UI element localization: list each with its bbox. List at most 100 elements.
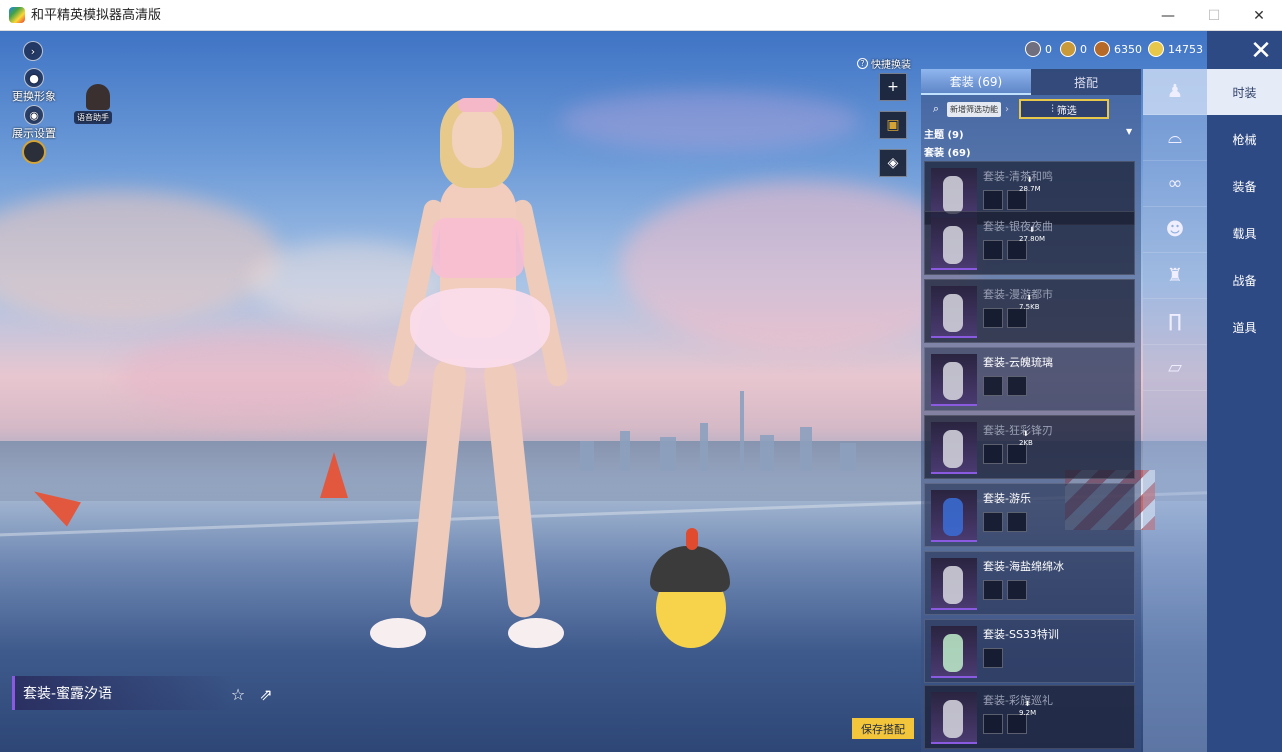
chevron-right-icon: › bbox=[1005, 103, 1009, 115]
display-settings-button[interactable]: ◉ 展示设置 bbox=[10, 105, 58, 141]
character-model[interactable] bbox=[370, 98, 580, 658]
rank-badge-button[interactable] bbox=[16, 140, 52, 164]
change-avatar-button[interactable]: ● 更换形象 bbox=[10, 68, 58, 104]
category-top[interactable]: ♜ bbox=[1143, 253, 1207, 299]
mask-icon: ☻ bbox=[1165, 219, 1185, 240]
character-leg bbox=[408, 357, 468, 619]
nav-vehicles[interactable]: 载具 bbox=[1207, 210, 1282, 256]
share-icon[interactable]: ⇗ bbox=[256, 684, 276, 704]
download-icon[interactable]: ⬇ 9.2M bbox=[1019, 700, 1036, 718]
suit-name: 套装-清茶和鸣 bbox=[983, 170, 1053, 183]
category-hat[interactable]: ⌓ bbox=[1143, 115, 1207, 161]
suit-thumbnail bbox=[931, 218, 977, 270]
search-icon[interactable]: ⌕ bbox=[929, 102, 943, 116]
diamond-icon: ◈ bbox=[887, 155, 899, 171]
download-icon[interactable]: ⬇ 27.80M bbox=[1019, 226, 1045, 244]
currency-silver: 0 bbox=[1025, 41, 1052, 57]
chick-pet[interactable] bbox=[650, 528, 730, 658]
suit-thumbnail bbox=[931, 422, 977, 474]
suit-part-icon bbox=[983, 376, 1003, 396]
close-window-button[interactable]: ✕ bbox=[1236, 0, 1282, 31]
suit-item[interactable]: 套装-云魄琉璃 bbox=[924, 347, 1135, 411]
download-size: 28.7M bbox=[1019, 185, 1041, 193]
currency-value: 14753 bbox=[1168, 42, 1203, 56]
tab-suits[interactable]: 套装 (69) bbox=[921, 69, 1031, 95]
suit-item[interactable]: 套装-海盐绵绵冰 bbox=[924, 551, 1135, 615]
category-mask[interactable]: ☻ bbox=[1143, 207, 1207, 253]
person-icon: ● bbox=[24, 68, 44, 88]
display-settings-label: 展示设置 bbox=[12, 127, 56, 140]
currency-medal: 0 bbox=[1060, 41, 1087, 57]
dropdown-triangle-icon[interactable]: ▼ bbox=[1126, 127, 1132, 136]
filter-row: ⌕ 新增筛选功能 › ⫶ 筛选 bbox=[925, 98, 1137, 120]
currency-value: 6350 bbox=[1114, 42, 1142, 56]
download-size: 2KB bbox=[1019, 439, 1033, 447]
nav-props[interactable]: 道具 bbox=[1207, 304, 1282, 350]
suit-part-icon bbox=[983, 512, 1003, 532]
currency-bronze: 6350 bbox=[1094, 41, 1142, 57]
suit-part-icon bbox=[1007, 580, 1027, 600]
close-panel-button[interactable]: ✕ bbox=[1243, 36, 1279, 66]
suit-name: 套装-海盐绵绵冰 bbox=[983, 560, 1064, 573]
outfit-panel: 套装 (69) 搭配 ⌕ 新增筛选功能 › ⫶ 筛选 主题 (9) ▼ 套装 (… bbox=[921, 69, 1141, 752]
suit-item[interactable]: 套装-狂彩锋刃 ⬇ 2KB bbox=[924, 415, 1135, 479]
suit-part-icon bbox=[983, 714, 1003, 734]
add-preset-button[interactable]: + bbox=[879, 73, 907, 101]
filter-icon: ⫶ bbox=[1051, 103, 1054, 115]
category-pants[interactable]: ∏ bbox=[1143, 299, 1207, 345]
quick-change-text: 快捷换装 bbox=[871, 60, 911, 71]
category-glasses[interactable]: ∞ bbox=[1143, 161, 1207, 207]
current-outfit-name: 套装-蜜露汐语 bbox=[12, 676, 232, 710]
voice-assistant-button[interactable]: 语音助手 bbox=[72, 84, 114, 124]
filter-button[interactable]: ⫶ 筛选 bbox=[1019, 99, 1109, 119]
maximize-button[interactable]: ☐ bbox=[1191, 0, 1237, 31]
currency-value: 0 bbox=[1080, 42, 1087, 56]
suit-thumbnail bbox=[931, 490, 977, 542]
nav-fashion[interactable]: 时装 bbox=[1207, 69, 1282, 115]
eye-icon: ◉ bbox=[24, 105, 44, 125]
suit-item[interactable]: 套装-彩旗巡礼 ⬇ 9.2M bbox=[924, 685, 1135, 749]
character-skirt bbox=[410, 288, 550, 368]
suit-name: 套装-云魄琉璃 bbox=[983, 356, 1053, 369]
section-theme[interactable]: 主题 (9) bbox=[924, 126, 964, 141]
suit-name: 套装-彩旗巡礼 bbox=[983, 694, 1053, 707]
nav-equipment[interactable]: 装备 bbox=[1207, 163, 1282, 209]
character-headband bbox=[458, 98, 498, 112]
traffic-cone bbox=[320, 452, 348, 498]
character-top bbox=[432, 218, 524, 278]
suit-item[interactable]: 套装-漫游都市 ⬇ 7.5KB bbox=[924, 279, 1135, 343]
shoes-icon: ▱ bbox=[1168, 357, 1182, 378]
quick-change-label[interactable]: ? 快捷换装 bbox=[857, 56, 911, 71]
silver-coin-icon bbox=[1025, 41, 1041, 57]
suit-item[interactable]: 套装-银夜夜曲 ⬇ 27.80M bbox=[924, 211, 1135, 275]
download-icon[interactable]: ⬇ 7.5KB bbox=[1019, 294, 1040, 312]
suit-name: 套装-SS33特训 bbox=[983, 628, 1059, 641]
new-filter-tip: 新增筛选功能 bbox=[947, 101, 1001, 117]
suit-part-icon bbox=[1007, 376, 1027, 396]
suit-part-icon bbox=[983, 648, 1003, 668]
suit-item[interactable]: 套装-SS33特训 bbox=[924, 619, 1135, 683]
download-size: 27.80M bbox=[1019, 235, 1046, 243]
favorite-star-icon[interactable]: ☆ bbox=[228, 684, 248, 704]
filter-label: 筛选 bbox=[1056, 105, 1077, 117]
outfit-icon: ♟ bbox=[1166, 81, 1184, 102]
suit-item[interactable]: 套装-游乐 bbox=[924, 483, 1135, 547]
window-title: 和平精英模拟器高清版 bbox=[31, 8, 162, 23]
nav-battle-prep[interactable]: 战备 bbox=[1207, 257, 1282, 303]
category-shoes[interactable]: ▱ bbox=[1143, 345, 1207, 391]
category-outfit[interactable]: ♟ bbox=[1143, 69, 1207, 115]
tab-match[interactable]: 搭配 bbox=[1031, 69, 1141, 95]
section-suits[interactable]: 套装 (69) bbox=[924, 144, 971, 159]
save-outfit-button[interactable]: 保存搭配 bbox=[852, 718, 914, 739]
download-size: 9.2M bbox=[1019, 709, 1037, 717]
locked-preset-button[interactable]: ▣ bbox=[879, 111, 907, 139]
chick-helmet bbox=[650, 546, 730, 592]
expand-hud-button[interactable]: › bbox=[23, 41, 43, 61]
nav-weapons[interactable]: 枪械 bbox=[1207, 116, 1282, 162]
locked-preset-button[interactable]: ◈ bbox=[879, 149, 907, 177]
lock-icon: ▣ bbox=[886, 117, 900, 133]
download-icon[interactable]: ⬇ 28.7M bbox=[1019, 176, 1041, 194]
change-avatar-label: 更换形象 bbox=[12, 90, 56, 103]
download-icon[interactable]: ⬇ 2KB bbox=[1019, 430, 1033, 448]
minimize-button[interactable]: — bbox=[1145, 0, 1191, 31]
